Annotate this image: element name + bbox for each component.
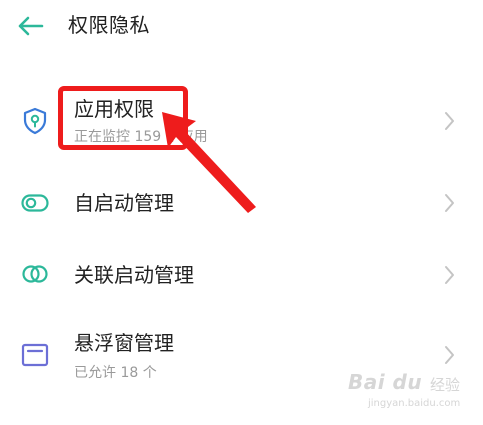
auto-start-item[interactable]: 自启动管理 [0, 170, 483, 236]
watermark-brand-zh: 经验 [430, 376, 461, 394]
highlight-box [58, 86, 188, 150]
watermark-url: jingyan.baidu.com [368, 398, 461, 409]
associated-start-item[interactable]: 关联启动管理 [0, 240, 483, 306]
item-label: 关联启动管理 [74, 263, 194, 287]
chevron-right-icon [445, 194, 454, 212]
floating-window-icon [21, 343, 49, 367]
chevron-right-icon [445, 346, 454, 364]
item-label: 自启动管理 [74, 191, 174, 215]
app-header: 权限隐私 [0, 0, 483, 60]
baidu-watermark: Bai du 经验 jingyan.baidu.com [348, 368, 478, 422]
watermark-brand: Bai du [348, 370, 423, 394]
toggle-icon [21, 194, 49, 212]
item-subtitle: 已允许 18 个 [74, 365, 157, 381]
chevron-right-icon [445, 112, 454, 130]
item-label: 悬浮窗管理 [74, 331, 174, 355]
back-arrow-icon[interactable] [14, 10, 46, 42]
chevron-right-icon [445, 266, 454, 284]
page-title: 权限隐私 [68, 13, 150, 37]
shield-location-icon [23, 107, 47, 135]
link-rings-icon [22, 265, 48, 283]
